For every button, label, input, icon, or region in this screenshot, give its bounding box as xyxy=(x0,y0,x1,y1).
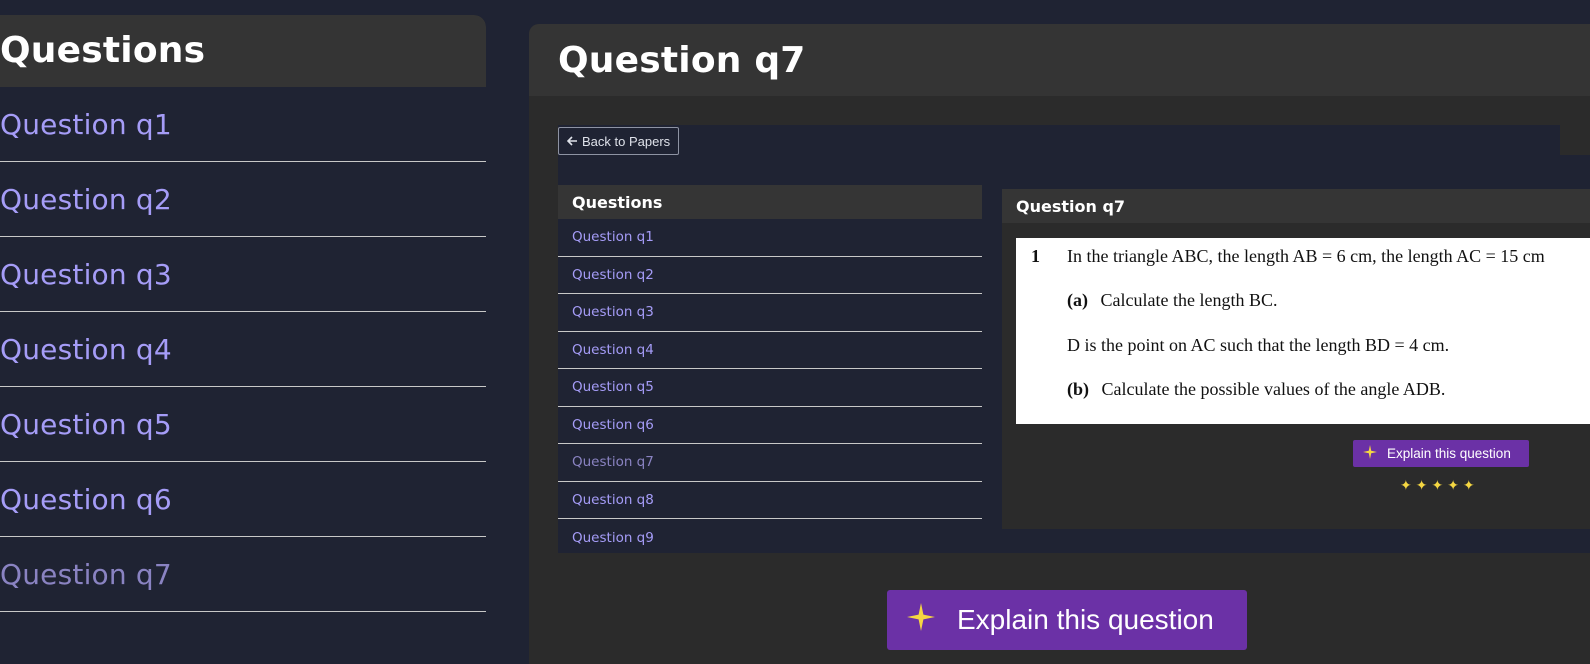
question-line-1: In the triangle ABC, the length AB = 6 c… xyxy=(1067,246,1545,266)
question-panel: Question q7 1 In the triangle ABC, the l… xyxy=(1002,189,1590,529)
main-header: Question q7 xyxy=(529,24,1590,96)
question-list-item-q2[interactable]: Question q2 xyxy=(558,257,982,294)
arrow-left-icon xyxy=(566,134,578,149)
sidebar-item-q2[interactable]: Question q2 xyxy=(0,162,486,237)
sidebar-header: Questions xyxy=(0,15,486,87)
sidebar-item-q5[interactable]: Question q5 xyxy=(0,387,486,462)
inner-body: Questions Question q1 Question q2 Questi… xyxy=(558,185,1590,553)
part-b-label: (b) xyxy=(1067,379,1089,399)
question-number: 1 xyxy=(1031,246,1040,266)
question-list-items: Question q1 Question q2 Question q3 Ques… xyxy=(558,219,982,557)
sidebar-item-q6[interactable]: Question q6 xyxy=(0,462,486,537)
explain-question-button-large[interactable]: Explain this question xyxy=(887,590,1247,650)
explain-question-label-small: Explain this question xyxy=(1387,446,1511,461)
sparkle-icon xyxy=(907,602,935,638)
question-list-item-q4[interactable]: Question q4 xyxy=(558,332,982,369)
question-list-item-q7[interactable]: Question q7 xyxy=(558,444,982,482)
question-part-b: (b) Calculate the possible values of the… xyxy=(1067,379,1445,400)
sidebar: Questions Question q1 Question q2 Questi… xyxy=(0,15,486,655)
question-list-item-q5[interactable]: Question q5 xyxy=(558,369,982,407)
loading-sparkles: ✦✦✦✦✦ xyxy=(1400,478,1479,494)
sidebar-item-q4[interactable]: Question q4 xyxy=(0,312,486,387)
sidebar-item-q1[interactable]: Question q1 xyxy=(0,87,486,162)
question-list: Questions Question q1 Question q2 Questi… xyxy=(558,185,982,553)
question-list-item-q8[interactable]: Question q8 xyxy=(558,482,982,519)
explain-question-button-small[interactable]: Explain this question xyxy=(1353,440,1529,467)
question-list-item-q6[interactable]: Question q6 xyxy=(558,407,982,444)
question-list-item-q1[interactable]: Question q1 xyxy=(558,219,982,257)
explain-question-label-large: Explain this question xyxy=(957,604,1214,635)
question-list-item-q3[interactable]: Question q3 xyxy=(558,294,982,332)
page-title: Question q7 xyxy=(558,39,806,81)
sparkle-icon xyxy=(1363,445,1377,462)
sidebar-item-q3[interactable]: Question q3 xyxy=(0,237,486,312)
question-list-item-q9[interactable]: Question q9 xyxy=(558,519,982,557)
main-panel: Question q7 Back to Papers Questions Que… xyxy=(529,24,1590,664)
back-to-papers-button[interactable]: Back to Papers xyxy=(558,127,680,155)
inner-spacer xyxy=(558,155,1590,185)
question-list-title: Questions xyxy=(558,185,982,219)
sidebar-list: Question q1 Question q2 Question q3 Ques… xyxy=(0,87,486,612)
part-a-label: (a) xyxy=(1067,290,1088,310)
question-line-3: D is the point on AC such that the lengt… xyxy=(1067,335,1450,355)
part-b-text: Calculate the possible values of the ang… xyxy=(1101,379,1446,399)
question-part-a: (a) Calculate the length BC. xyxy=(1067,290,1277,311)
sidebar-title: Questions xyxy=(0,29,206,71)
part-a-text: Calculate the length BC. xyxy=(1100,290,1278,310)
question-image: 1 In the triangle ABC, the length AB = 6… xyxy=(1016,238,1590,424)
question-panel-title: Question q7 xyxy=(1002,189,1590,223)
sidebar-item-q7[interactable]: Question q7 xyxy=(0,537,486,612)
back-to-papers-label: Back to Papers xyxy=(582,133,671,149)
